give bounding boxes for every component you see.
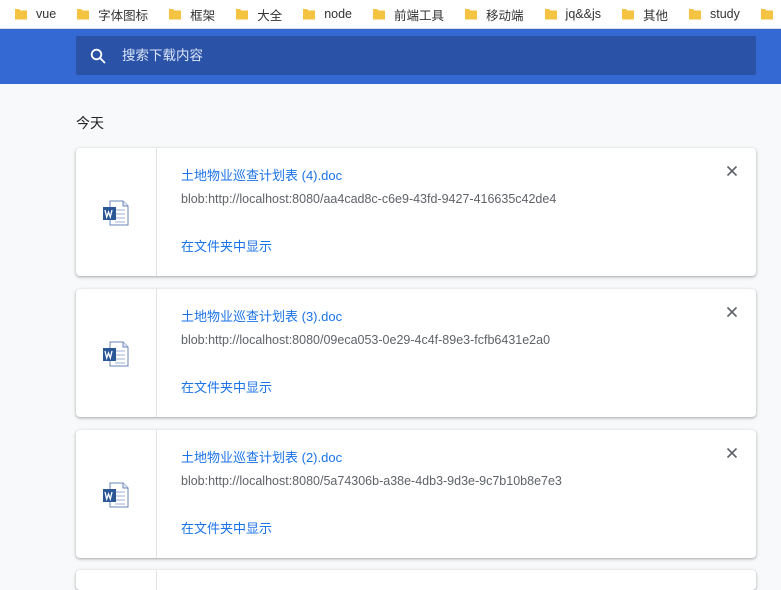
bookmark-folder-vue[interactable]: vue (0, 0, 62, 28)
downloads-header (0, 29, 781, 84)
bookmark-label: 框架 (190, 8, 216, 23)
folder-icon (15, 9, 27, 20)
date-heading: 今天 (76, 115, 104, 131)
search-box[interactable] (76, 36, 756, 75)
word-doc-icon (103, 482, 129, 508)
file-icon-column (76, 289, 157, 417)
bookmark-label: 前端工具 (394, 8, 445, 23)
bookmark-label: node (324, 7, 353, 21)
show-in-folder-link[interactable]: 在文件夹中显示 (181, 236, 272, 255)
download-item-partial (76, 570, 756, 590)
file-source-url: blob:http://localhost:8080/5a74306b-a38e… (181, 474, 562, 488)
bookmark-label: jq&&js (565, 7, 601, 21)
file-name-link[interactable]: 土地物业巡查计划表 (4).doc (181, 165, 342, 184)
bookmark-label: study (710, 7, 740, 21)
file-source-url: blob:http://localhost:8080/aa4cad8c-c6e9… (181, 192, 557, 206)
close-icon[interactable] (722, 443, 742, 463)
folder-icon (236, 9, 249, 20)
show-in-folder-link[interactable]: 在文件夹中显示 (181, 518, 272, 537)
bookmark-folder-font-icons[interactable]: 字体图标 (62, 0, 154, 28)
bookmark-label: 字体图标 (98, 8, 149, 23)
download-item: 土地物业巡查计划表 (4).doc blob:http://localhost:… (76, 148, 756, 276)
bookmark-folder-job[interactable]: job (746, 0, 781, 28)
bookmark-label: 大全 (257, 8, 283, 23)
folder-icon (760, 9, 773, 20)
bookmark-label: 其他 (642, 8, 668, 23)
download-item: 土地物业巡查计划表 (2).doc blob:http://localhost:… (76, 430, 756, 558)
file-source-url: blob:http://localhost:8080/09eca053-0e29… (181, 333, 551, 347)
bookmark-folder-collection[interactable]: 大全 (221, 0, 288, 28)
file-name-link[interactable]: 土地物业巡查计划表 (3).doc (181, 306, 342, 325)
download-item: 土地物业巡查计划表 (3).doc blob:http://localhost:… (76, 289, 756, 417)
bookmark-folder-study[interactable]: study (674, 0, 746, 28)
file-name-link[interactable]: 土地物业巡查计划表 (2).doc (181, 447, 342, 466)
bookmark-folder-mobile[interactable]: 移动端 (450, 0, 530, 28)
file-icon-column (76, 430, 157, 558)
bookmark-label: vue (36, 7, 57, 21)
folder-icon (373, 9, 386, 20)
file-icon-column (76, 148, 157, 276)
folder-icon (303, 9, 316, 20)
folder-icon (689, 9, 701, 20)
bookmark-folder-jq-js[interactable]: jq&&js (530, 0, 607, 28)
word-doc-icon (103, 200, 129, 226)
bookmark-folder-other[interactable]: 其他 (607, 0, 674, 28)
folder-icon (621, 9, 634, 20)
close-icon[interactable] (722, 302, 742, 322)
folder-icon (77, 9, 90, 20)
folder-icon (544, 9, 557, 20)
bookmark-folder-frameworks[interactable]: 框架 (154, 0, 221, 28)
folder-icon (169, 9, 182, 20)
search-icon[interactable] (90, 48, 106, 64)
bookmark-label: 移动端 (486, 8, 524, 23)
bookmarks-bar: vue 字体图标 框架 大全 node 前端工具 移动端 jq&&js 其他 s… (0, 0, 781, 29)
show-in-folder-link[interactable]: 在文件夹中显示 (181, 377, 272, 396)
search-input[interactable] (120, 47, 724, 64)
word-doc-icon (103, 341, 129, 367)
bookmark-folder-node[interactable]: node (288, 0, 358, 28)
file-icon-column (76, 570, 157, 590)
close-icon[interactable] (722, 161, 742, 181)
bookmark-folder-frontend-tools[interactable]: 前端工具 (358, 0, 450, 28)
folder-icon (465, 9, 478, 20)
